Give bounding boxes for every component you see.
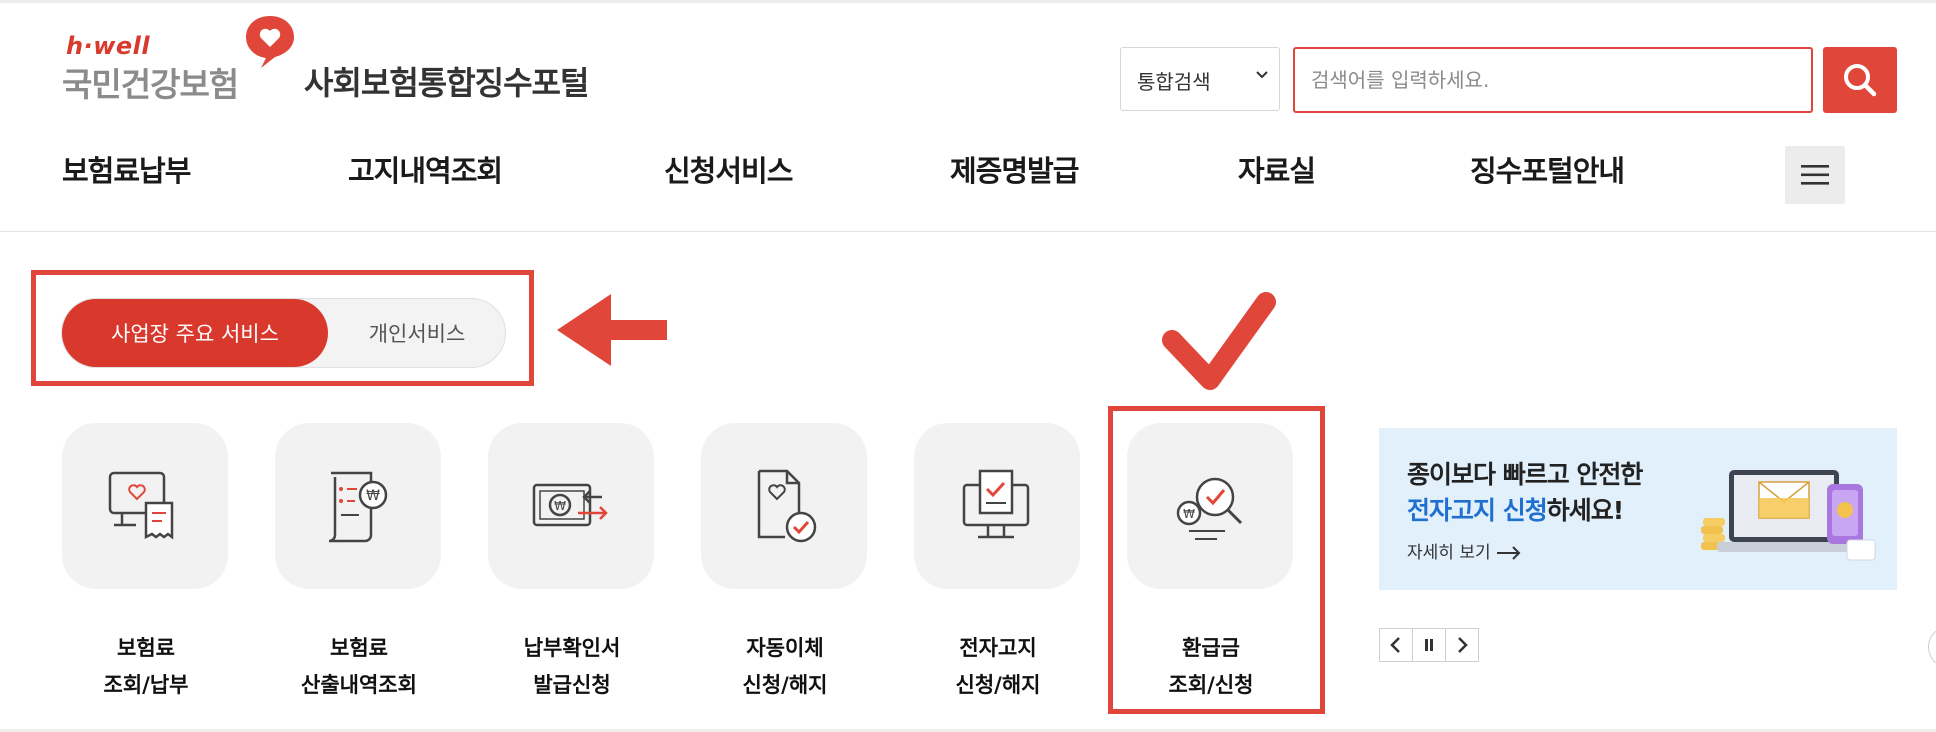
side-scroll-button[interactable] [1928,626,1936,668]
service-label-premium-payment[interactable]: 보험료 조회/납부 [40,630,252,704]
nav-item-certificate[interactable]: 제증명발급 [950,148,1079,190]
nav-item-application-service[interactable]: 신청서비스 [664,148,793,190]
svg-text:₩: ₩ [554,499,566,513]
main-navigation: 보험료납부 고지내역조회 신청서비스 제증명발급 자료실 징수포털안내 [0,128,1936,232]
service-tile-payment-certificate[interactable]: ₩ [488,423,654,589]
annotation-box-refund [1108,406,1325,714]
electronic-notice-monitor-icon [962,469,1030,539]
service-label-line2: 신청/해지 [955,673,1041,697]
portal-title: 사회보험통합징수포털 [304,64,589,102]
payment-certificate-icon: ₩ [532,483,608,527]
svg-text:₩: ₩ [366,488,380,504]
calculation-document-icon: ₩ [328,471,388,543]
chevron-left-icon [1390,637,1400,653]
nav-item-insurance-payment[interactable]: 보험료납부 [62,148,191,190]
annotation-arrow-left-icon [557,294,667,366]
service-label-auto-transfer[interactable]: 자동이체 신청/해지 [679,630,891,704]
banner-more-link[interactable]: 자세히 보기 [1407,538,1522,563]
banner-next-button[interactable] [1445,628,1479,662]
banner-highlight: 전자고지 신청 [1407,496,1548,525]
search-icon [1844,64,1877,97]
banner-headline-line2: 전자고지 신청하세요! [1407,491,1624,527]
nav-item-archive[interactable]: 자료실 [1238,148,1316,190]
tab-business-services[interactable]: 사업장 주요 서비스 [62,299,328,367]
service-label-line1: 자동이체 [746,636,824,660]
search-input[interactable] [1293,47,1813,113]
service-label-line1: 납부확인서 [523,636,621,660]
pause-icon [1425,639,1433,651]
service-label-premium-calculation[interactable]: 보험료 산출내역조회 [253,630,465,704]
search-scope-select[interactable]: 통합검색 [1120,47,1280,111]
service-label-line1: 전자고지 [959,636,1037,660]
banner-more-label: 자세히 보기 [1407,543,1491,563]
arrow-right-icon [1497,546,1521,560]
service-tile-premium-payment[interactable] [62,423,228,589]
service-type-toggle: 사업장 주요 서비스 개인서비스 [61,298,506,368]
service-tile-auto-transfer[interactable] [701,423,867,589]
service-label-electronic-notice[interactable]: 전자고지 신청/해지 [892,630,1104,704]
service-label-line2: 신청/해지 [742,673,828,697]
banner-prev-button[interactable] [1379,628,1413,662]
service-label-line1: 보험료 [330,636,388,660]
banner-headline-line1: 종이보다 빠르고 안전한 [1407,460,1643,489]
search-scope-value: 통합검색 [1137,70,1211,94]
service-label-line2: 조회/납부 [103,673,189,697]
promo-banner-electronic-notice[interactable]: 종이보다 빠르고 안전한 전자고지 신청하세요! 자세히 보기 [1379,428,1897,590]
heart-logo-icon [246,16,294,68]
hwell-logo-text: h·well [66,32,151,60]
hamburger-icon [1801,165,1829,185]
banner-headline-rest: 하세요! [1546,496,1624,525]
auto-transfer-document-icon [757,469,817,543]
service-label-line2: 산출내역조회 [301,673,417,697]
chevron-right-icon [1458,637,1468,653]
laptop-envelope-illustration-icon [1701,470,1876,561]
tab-personal-services[interactable]: 개인서비스 [328,299,506,367]
top-border [0,0,1936,3]
banner-slider-controls [1379,628,1479,662]
chevron-down-icon [1256,71,1268,79]
service-tile-premium-calculation[interactable]: ₩ [275,423,441,589]
site-logo[interactable]: h·well 국민건강보험 사회보험통합징수포털 [62,8,622,104]
all-menu-button[interactable] [1785,146,1845,204]
service-tile-electronic-notice[interactable] [914,423,1080,589]
annotation-checkmark-icon [1162,292,1276,390]
service-label-payment-certificate[interactable]: 납부확인서 발급신청 [466,630,678,704]
service-label-line2: 발급신청 [533,673,611,697]
nav-item-portal-guide[interactable]: 징수포털안내 [1470,148,1625,190]
banner-pause-button[interactable] [1412,628,1446,662]
nhis-logo-text: 국민건강보험 [62,65,239,104]
search-button[interactable] [1823,47,1897,113]
nav-item-notice-history[interactable]: 고지내역조회 [348,148,503,190]
bill-monitor-icon [108,471,174,540]
service-label-line1: 보험료 [117,636,175,660]
